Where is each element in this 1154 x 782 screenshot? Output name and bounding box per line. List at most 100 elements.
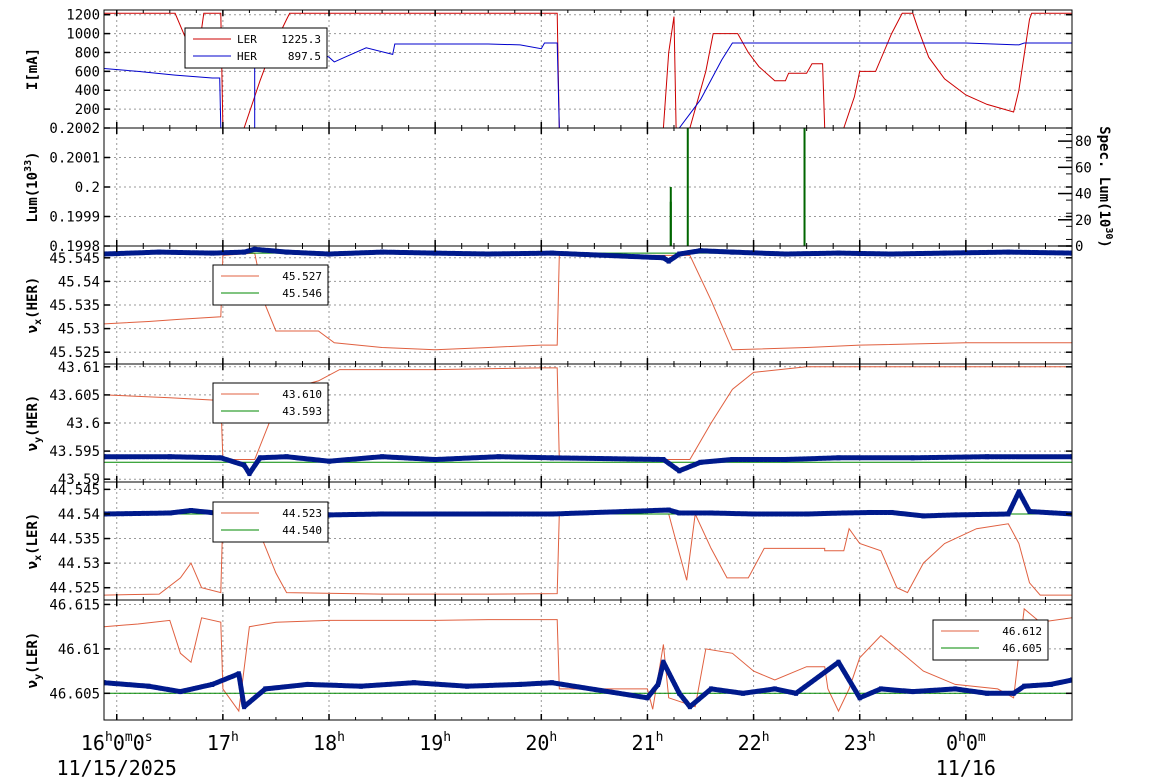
data-point	[677, 468, 682, 474]
data-point	[751, 511, 756, 517]
data-point	[661, 255, 666, 261]
data-point	[687, 704, 692, 710]
y-tick-label: 45.535	[49, 298, 100, 314]
data-point	[656, 681, 661, 687]
data-point	[496, 454, 501, 460]
data-point	[666, 258, 671, 264]
chart-background	[0, 0, 1154, 782]
data-point	[189, 508, 194, 514]
y2-tick-label: 0	[1075, 239, 1083, 255]
legend-value: 46.612	[1002, 625, 1042, 638]
data-point	[677, 251, 682, 257]
data-point	[985, 690, 990, 696]
legend-value: 44.540	[282, 524, 322, 537]
data-point	[857, 695, 862, 701]
data-point	[242, 704, 247, 710]
data-point	[486, 251, 491, 257]
y-tick-label: 43.595	[49, 444, 100, 460]
y-tick-label: 46.61	[58, 642, 100, 658]
data-point	[836, 659, 841, 665]
data-point	[380, 454, 385, 460]
data-point	[549, 250, 554, 256]
data-point	[836, 250, 841, 256]
legend-value: 897.5	[288, 50, 321, 63]
time-tick-label: 16h0m0s	[81, 730, 153, 755]
data-point	[910, 689, 915, 695]
data-point	[1022, 683, 1027, 689]
data-point	[210, 681, 215, 687]
data-point	[486, 511, 491, 517]
data-point	[794, 690, 799, 696]
y2-tick-label: 40	[1075, 187, 1092, 203]
y-tick-label: 44.53	[58, 556, 100, 572]
data-point	[305, 681, 310, 687]
data-point	[889, 251, 894, 257]
data-point	[666, 507, 671, 513]
data-point	[518, 681, 523, 687]
data-point	[878, 686, 883, 692]
data-point	[1006, 511, 1011, 517]
data-point	[252, 246, 257, 252]
y-tick-label: 45.545	[49, 251, 100, 267]
legend: 44.523 44.540	[212, 501, 329, 543]
data-point	[836, 455, 841, 461]
data-point	[284, 454, 289, 460]
data-point	[661, 457, 666, 463]
data-point	[327, 458, 332, 464]
data-point	[783, 457, 788, 463]
data-point	[380, 511, 385, 517]
y-tick-label: 44.525	[49, 581, 100, 597]
data-point	[242, 249, 247, 255]
y-axis-label: I[mA]	[25, 48, 41, 90]
data-point	[677, 690, 682, 696]
data-point	[167, 454, 172, 460]
y-tick-label: 43.61	[58, 360, 100, 376]
y-tick-label: 44.545	[49, 482, 100, 498]
data-point	[772, 686, 777, 692]
y-tick-label: 600	[75, 64, 100, 80]
y-tick-label: 43.605	[49, 388, 100, 404]
data-point	[953, 512, 958, 518]
data-point	[698, 459, 703, 465]
y-tick-label: 0.2002	[49, 121, 100, 137]
y-tick-label: 0.2	[75, 180, 100, 196]
data-point	[1006, 249, 1011, 255]
data-point	[433, 457, 438, 463]
y-tick-label: 44.54	[58, 507, 100, 523]
data-point	[218, 455, 223, 461]
data-point	[868, 509, 873, 515]
data-point	[942, 250, 947, 256]
data-point	[167, 510, 172, 516]
data-point	[411, 680, 416, 686]
y-tick-label: 45.54	[58, 274, 100, 290]
date-label: 11/15/2025	[57, 756, 177, 780]
legend-value: 44.523	[282, 507, 322, 520]
data-point	[921, 513, 926, 519]
data-point	[236, 671, 241, 677]
data-point	[1011, 690, 1016, 696]
data-point	[358, 683, 363, 689]
data-point	[263, 686, 268, 692]
data-point	[645, 695, 650, 701]
legend: LER 1225.3 HER 897.5	[184, 27, 328, 69]
data-point	[146, 683, 151, 689]
data-point	[1027, 509, 1032, 514]
data-point	[380, 249, 385, 255]
legend: 45.527 45.546	[212, 264, 329, 306]
y2-tick-label: 80	[1075, 134, 1092, 150]
data-point	[157, 249, 162, 255]
data-point	[247, 471, 252, 477]
y-tick-label: 45.53	[58, 322, 100, 338]
legend-value: 46.605	[1002, 642, 1042, 655]
legend-value: 45.546	[282, 287, 322, 300]
y-tick-label: 400	[75, 83, 100, 99]
data-point	[433, 511, 438, 517]
y-tick-label: 44.535	[49, 532, 100, 548]
data-point	[465, 683, 469, 689]
data-point	[910, 455, 915, 461]
y-tick-label: 46.615	[49, 597, 100, 613]
legend-name: LER	[237, 33, 257, 46]
y2-tick-label: 20	[1075, 213, 1092, 229]
data-point	[549, 680, 554, 686]
y-tick-label: 1200	[66, 8, 100, 24]
